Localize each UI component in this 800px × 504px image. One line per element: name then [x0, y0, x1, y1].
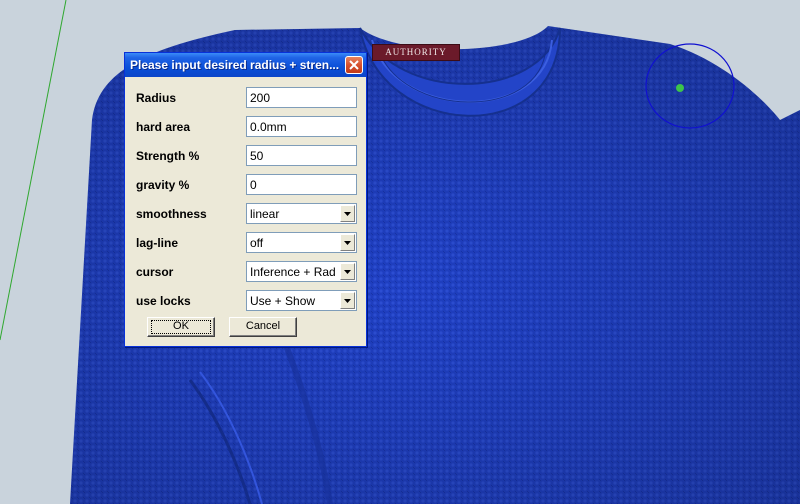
gravity-row: gravity % 0	[125, 174, 368, 196]
green-axis-line	[0, 0, 67, 341]
chevron-down-icon	[344, 270, 351, 274]
cursor-value: Inference + Rad	[250, 265, 336, 279]
radius-row: Radius 200	[125, 87, 368, 109]
sketchup-viewport[interactable]: AUTHORITY	[0, 0, 800, 504]
strength-label: Strength %	[136, 149, 200, 163]
ok-button[interactable]: OK	[147, 317, 215, 337]
chevron-down-icon	[344, 241, 351, 245]
cursor-select[interactable]: Inference + Rad	[246, 261, 357, 282]
radius-input[interactable]: 200	[246, 87, 357, 108]
close-button[interactable]	[345, 56, 363, 74]
radius-strength-dialog: Please input desired radius + stren... R…	[124, 52, 367, 347]
lag-line-select[interactable]: off	[246, 232, 357, 253]
scene-canvas	[0, 0, 800, 504]
shirt-brand-label: AUTHORITY	[372, 44, 460, 61]
gravity-input[interactable]: 0	[246, 174, 357, 195]
hard-area-input[interactable]: 0.0mm	[246, 116, 357, 137]
strength-row: Strength % 50	[125, 145, 368, 167]
use-locks-value: Use + Show	[250, 294, 316, 308]
lag-line-value: off	[250, 236, 264, 250]
hard-area-label: hard area	[136, 120, 191, 134]
smoothness-label: smoothness	[136, 207, 207, 221]
use-locks-dropdown-button[interactable]	[340, 292, 355, 309]
cursor-dropdown-button[interactable]	[340, 263, 355, 280]
lag-line-row: lag-line off	[125, 232, 368, 254]
lag-line-dropdown-button[interactable]	[340, 234, 355, 251]
smoothness-row: smoothness linear	[125, 203, 368, 225]
smoothness-select[interactable]: linear	[246, 203, 357, 224]
hard-area-row: hard area 0.0mm	[125, 116, 368, 138]
focus-rectangle	[151, 320, 211, 334]
use-locks-row: use locks Use + Show	[125, 290, 368, 312]
strength-input[interactable]: 50	[246, 145, 357, 166]
cancel-button[interactable]: Cancel	[229, 317, 297, 337]
cursor-row: cursor Inference + Rad	[125, 261, 368, 283]
chevron-down-icon	[344, 299, 351, 303]
use-locks-select[interactable]: Use + Show	[246, 290, 357, 311]
close-icon	[349, 60, 359, 70]
radius-label: Radius	[136, 91, 177, 105]
gravity-label: gravity %	[136, 178, 190, 192]
chevron-down-icon	[344, 212, 351, 216]
dialog-title: Please input desired radius + stren...	[130, 58, 340, 72]
cancel-button-label: Cancel	[245, 320, 281, 332]
smoothness-value: linear	[250, 207, 280, 221]
dialog-titlebar[interactable]: Please input desired radius + stren...	[125, 53, 366, 77]
cursor-label: cursor	[136, 265, 174, 279]
brush-cursor-dot	[676, 84, 684, 92]
lag-line-label: lag-line	[136, 236, 179, 250]
use-locks-label: use locks	[136, 294, 191, 308]
smoothness-dropdown-button[interactable]	[340, 205, 355, 222]
